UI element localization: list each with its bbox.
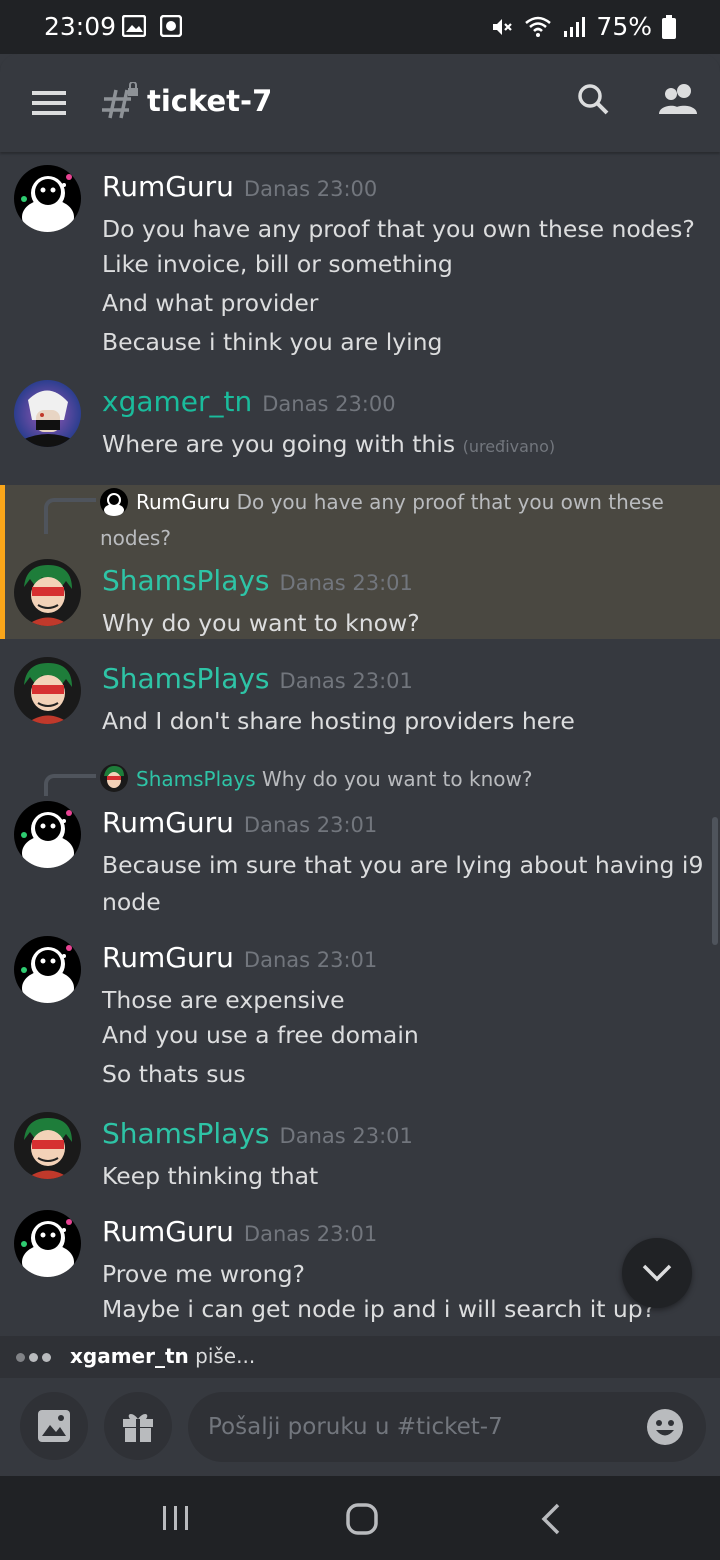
message-author[interactable]: RumGuru	[102, 806, 234, 839]
chevron-down-icon	[642, 1264, 672, 1282]
message-text: Keep thinking that	[102, 1162, 319, 1190]
message-timestamp: Danas 23:00	[262, 392, 396, 416]
message-text: Why do you want to know?	[102, 609, 420, 637]
avatar-rumguru[interactable]	[14, 936, 81, 1003]
gallery-notification-icon	[122, 15, 146, 37]
reply-snippet-cont[interactable]: nodes?	[100, 526, 171, 550]
attach-image-button[interactable]	[20, 1392, 88, 1460]
avatar-shamsplays[interactable]	[14, 559, 81, 626]
message-composer	[0, 1378, 720, 1476]
typing-user: xgamer_tn	[70, 1344, 189, 1368]
message-author[interactable]: RumGuru	[102, 941, 234, 974]
message-text: Like invoice, bill or something	[102, 250, 453, 278]
message-text: And I don't share hosting providers here	[102, 707, 575, 735]
avatar-rumguru[interactable]	[14, 801, 81, 868]
channel-header: ticket-7	[0, 54, 720, 152]
message-text: node	[102, 888, 161, 916]
message-text: And you use a free domain	[102, 1021, 419, 1049]
message-input-wrapper	[188, 1392, 706, 1462]
message-text: Prove me wrong?	[102, 1260, 305, 1288]
status-time: 23:09	[44, 12, 117, 41]
avatar-xgamer-tn[interactable]	[14, 380, 81, 447]
message-timestamp: Danas 23:01	[243, 948, 378, 972]
reply-avatar-shamsplays	[100, 764, 128, 792]
message-text: Because i think you are lying	[102, 328, 443, 356]
scrollbar-thumb[interactable]	[712, 817, 718, 945]
message-author[interactable]: ShamsPlays	[102, 662, 270, 695]
reply-connector	[44, 774, 96, 796]
reply-author[interactable]: ShamsPlays	[136, 767, 256, 791]
message-author[interactable]: ShamsPlays	[102, 1117, 270, 1150]
message-author[interactable]: RumGuru	[102, 170, 234, 203]
image-icon	[38, 1410, 70, 1442]
message-input[interactable]	[208, 1406, 628, 1448]
reply-author[interactable]: RumGuru	[136, 490, 230, 514]
nav-back-icon[interactable]	[538, 1502, 564, 1536]
message-author[interactable]: xgamer_tn	[102, 385, 252, 418]
members-icon[interactable]	[658, 82, 698, 116]
message-text: Maybe i can get node ip and i will searc…	[102, 1295, 656, 1323]
avatar-rumguru[interactable]	[14, 165, 81, 232]
message-timestamp: Danas 23:01	[243, 813, 378, 837]
message-timestamp: Danas 23:00	[243, 177, 378, 201]
battery-icon	[662, 14, 676, 39]
battery-percent: 75%	[596, 12, 652, 41]
message-author[interactable]: RumGuru	[102, 1215, 234, 1248]
emoji-icon[interactable]	[646, 1408, 684, 1446]
menu-icon[interactable]	[32, 90, 66, 116]
avatar-shamsplays[interactable]	[14, 1112, 81, 1179]
signal-icon	[564, 16, 586, 37]
typing-dots-icon	[16, 1353, 51, 1362]
system-nav-bar	[0, 1476, 720, 1560]
status-bar: 23:09 75%	[0, 0, 720, 54]
message-text: Because im sure that you are lying about…	[102, 851, 704, 879]
reply-connector	[44, 498, 96, 534]
screen-record-icon	[160, 15, 182, 37]
avatar-rumguru[interactable]	[14, 1210, 81, 1277]
message-text: Where are you going with this	[102, 430, 456, 458]
edited-label: (uređivano)	[462, 437, 556, 456]
message-author[interactable]: ShamsPlays	[102, 564, 270, 597]
wifi-icon	[525, 16, 552, 37]
jump-to-bottom-button[interactable]	[622, 1238, 692, 1308]
message-text: And what provider	[102, 289, 319, 317]
reply-snippet[interactable]: Why do you want to know?	[262, 767, 532, 791]
avatar-shamsplays[interactable]	[14, 657, 81, 724]
gift-button[interactable]	[104, 1392, 172, 1460]
nav-recents-icon[interactable]	[160, 1502, 192, 1534]
typing-indicator: xgamer_tn piše...	[0, 1336, 720, 1378]
message-timestamp: Danas 23:01	[279, 1124, 413, 1148]
typing-suffix: piše...	[188, 1344, 256, 1368]
message-list[interactable]: RumGuru Danas 23:00 Do you have any proof…	[0, 152, 720, 1336]
channel-hash-lock-icon	[102, 82, 138, 119]
message-text: Do you have any proof that you own these…	[102, 215, 695, 243]
nav-home-icon[interactable]	[345, 1502, 379, 1536]
message-timestamp: Danas 23:01	[279, 571, 413, 595]
message-text: Those are expensive	[102, 986, 345, 1014]
search-icon[interactable]	[576, 82, 610, 116]
channel-name: ticket-7	[147, 84, 273, 118]
message-timestamp: Danas 23:01	[279, 669, 413, 693]
reply-avatar-rumguru	[100, 488, 128, 516]
message-timestamp: Danas 23:01	[243, 1222, 378, 1246]
reply-snippet[interactable]: Do you have any proof that you own these	[237, 490, 664, 514]
message-text: So thats sus	[102, 1060, 246, 1088]
gift-icon	[123, 1414, 153, 1442]
mute-icon	[493, 18, 513, 35]
